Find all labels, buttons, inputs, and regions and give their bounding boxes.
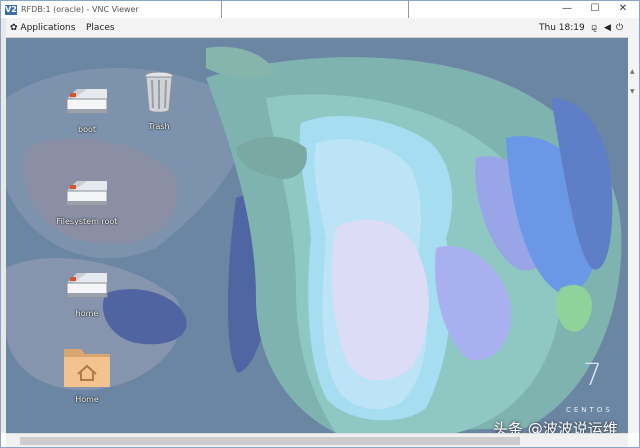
horizontal-scroll-thumb[interactable] [20, 437, 520, 445]
icon-label-home-drive: home [75, 309, 99, 318]
power-icon[interactable]: ⏻ [616, 21, 623, 35]
gnome-top-panel: ✿ Applications Places Thu 18:19 ⚼ ◀ ⏻ [6, 18, 628, 38]
icon-label-filesystem-root: Filesystem root [56, 217, 118, 226]
hard-drive-icon [66, 181, 108, 206]
source-watermark: 头条 @波波说运维 [493, 420, 618, 433]
desktop-icon-filesystem-root[interactable]: Filesystem root [51, 177, 123, 226]
desktop-icon-trash[interactable]: Trash [123, 68, 195, 131]
centos-numeral: 7 [583, 358, 603, 393]
clock[interactable]: Thu 18:19 [539, 21, 585, 35]
scroll-up-icon[interactable]: ▲ [630, 68, 635, 75]
places-menu[interactable]: Places [86, 21, 115, 35]
desktop-icon-home-folder[interactable]: Home [51, 343, 123, 404]
applications-menu[interactable]: ✿ Applications [10, 21, 75, 35]
desktop-area[interactable]: boot Trash Filesystem root home Home 7 C… [6, 38, 628, 433]
minimize-button[interactable]: — [555, 2, 579, 16]
gnome-foot-icon: ✿ [10, 23, 18, 33]
vnc-app-icon: V2 [5, 4, 17, 15]
folder-home-icon [64, 349, 110, 387]
hard-drive-icon [66, 89, 108, 114]
hard-drive-icon [66, 273, 108, 298]
trash-icon [144, 71, 174, 113]
icon-label-home-folder: Home [75, 395, 99, 404]
centos-wordmark: CENTOS [566, 406, 613, 414]
desktop-icon-boot[interactable]: boot [51, 85, 123, 134]
volume-icon[interactable]: ◀ [604, 21, 611, 35]
icon-label-trash: Trash [148, 122, 170, 131]
applications-label: Applications [20, 23, 76, 33]
close-button[interactable]: ✕ [611, 2, 635, 16]
desktop-icon-home-drive[interactable]: home [51, 269, 123, 318]
vnc-viewer-window: V2 RFDB:1 (oracle) - VNC Viewer — ☐ ✕ ▲ … [0, 0, 640, 448]
network-icon[interactable]: ⚼ [591, 21, 597, 35]
maximize-button[interactable]: ☐ [583, 2, 607, 16]
horizontal-scrollbar[interactable] [6, 433, 628, 447]
window-title: RFDB:1 (oracle) - VNC Viewer [21, 5, 139, 14]
scroll-down-icon[interactable]: ▼ [630, 88, 635, 95]
icon-label-boot: boot [77, 125, 96, 134]
